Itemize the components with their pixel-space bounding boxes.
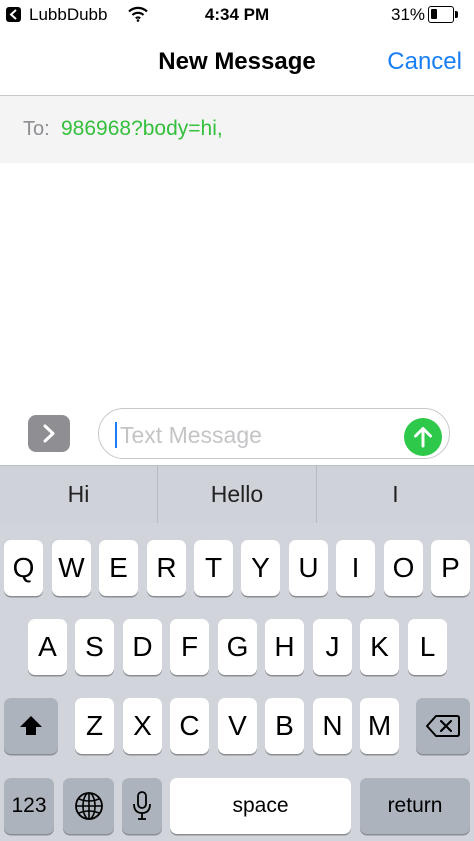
key-u[interactable]: U [289,540,328,596]
key-a[interactable]: A [28,619,67,675]
space-key[interactable]: space [170,778,351,834]
message-placeholder: Text Message [120,422,262,448]
key-y[interactable]: Y [241,540,280,596]
return-key[interactable]: return [360,778,470,834]
key-t[interactable]: T [194,540,233,596]
shift-key[interactable] [4,698,58,754]
suggestion-2[interactable]: Hello [158,466,316,523]
key-e[interactable]: E [99,540,138,596]
key-p[interactable]: P [431,540,470,596]
expand-apps-button[interactable] [28,415,70,452]
key-l[interactable]: L [408,619,447,675]
suggestion-3[interactable]: I [317,466,474,523]
key-n[interactable]: N [313,698,352,754]
message-input[interactable]: Text Message [98,408,450,459]
text-cursor [115,422,117,448]
nav-bar: New Message Cancel [0,30,474,96]
key-m[interactable]: M [360,698,399,754]
status-bar: LubbDubb 4:34 PM 31% [0,0,474,30]
key-b[interactable]: B [265,698,304,754]
delete-key[interactable] [416,698,470,754]
send-button[interactable] [404,418,442,456]
recipient-field[interactable]: To: 986968?body=hi, [0,96,474,163]
cancel-button[interactable]: Cancel [387,48,462,76]
globe-icon [74,792,103,820]
key-g[interactable]: G [218,619,257,675]
delete-icon [426,715,460,737]
recipient-token[interactable]: 986968?body=hi, [61,117,223,141]
microphone-key[interactable] [122,778,162,834]
battery-icon [428,6,454,23]
numbers-key[interactable]: 123 [4,778,54,834]
globe-key[interactable] [63,778,114,834]
suggestion-1[interactable]: Hi [0,466,157,523]
key-j[interactable]: J [313,619,352,675]
key-v[interactable]: V [218,698,257,754]
key-o[interactable]: O [384,540,423,596]
key-k[interactable]: K [360,619,399,675]
key-w[interactable]: W [52,540,91,596]
key-c[interactable]: C [170,698,209,754]
predictive-bar: Hi Hello I [0,465,474,523]
battery-level [431,9,437,19]
to-label: To: [23,118,50,140]
key-x[interactable]: X [123,698,162,754]
key-d[interactable]: D [123,619,162,675]
microphone-icon [133,791,151,820]
key-h[interactable]: H [265,619,304,675]
key-i[interactable]: I [336,540,375,596]
battery-tip [455,11,458,18]
arrow-up-icon [414,427,432,448]
shift-icon [20,716,42,735]
key-q[interactable]: Q [4,540,43,596]
key-f[interactable]: F [170,619,209,675]
key-z[interactable]: Z [75,698,114,754]
key-s[interactable]: S [75,619,114,675]
battery-percent: 31% [391,5,426,24]
chevron-right-icon [43,424,55,443]
keyboard: Q W E R T Y U I O P A S D F G H J K L Z … [0,523,474,841]
key-r[interactable]: R [147,540,186,596]
